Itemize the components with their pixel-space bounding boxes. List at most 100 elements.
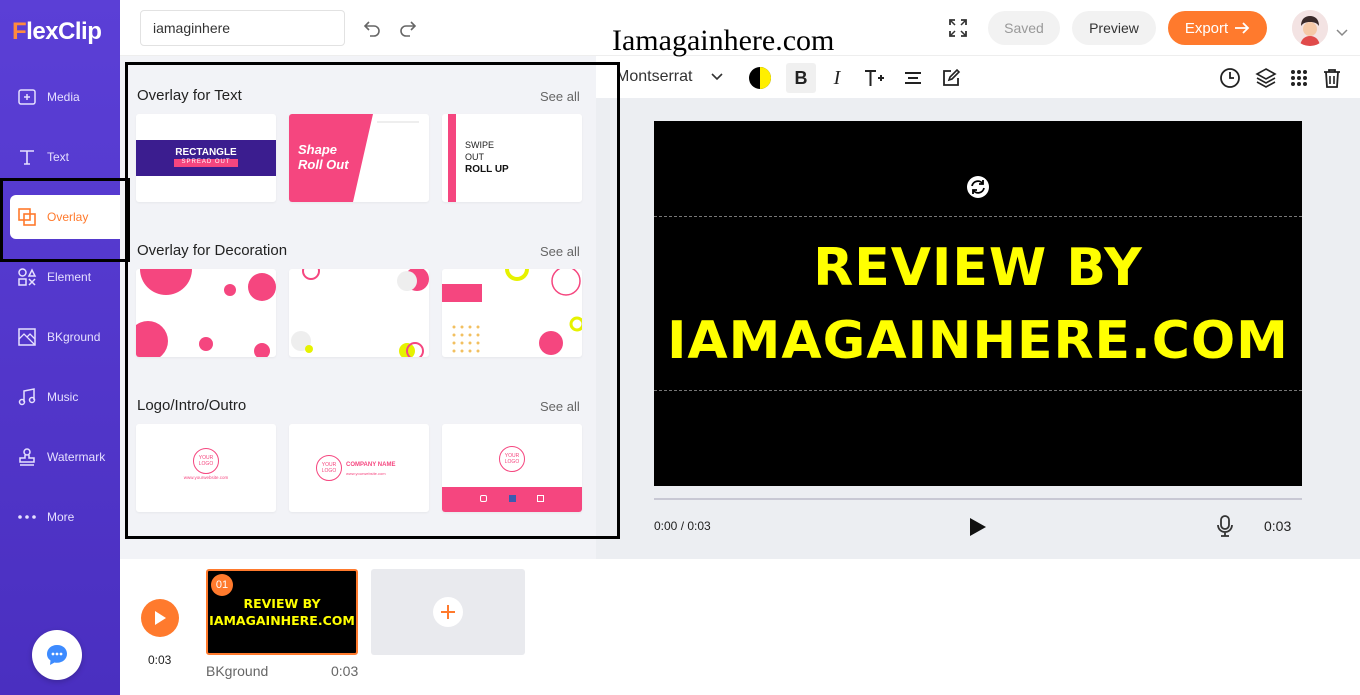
play-icon bbox=[155, 611, 166, 625]
sidebar-item-bkground[interactable]: BKground bbox=[0, 315, 120, 359]
text-box-top-guide bbox=[654, 216, 1302, 217]
sidebar-item-label: Music bbox=[47, 390, 79, 404]
card-text: Shape bbox=[298, 142, 338, 157]
rotate-handle[interactable] bbox=[967, 176, 989, 198]
sidebar-item-element[interactable]: Element bbox=[0, 255, 120, 299]
fullscreen-icon bbox=[949, 19, 967, 37]
bold-button[interactable]: B bbox=[786, 63, 816, 93]
redo-button[interactable] bbox=[396, 16, 420, 40]
decoration-card-shapes[interactable] bbox=[289, 269, 429, 357]
delete-button[interactable] bbox=[1320, 66, 1344, 90]
voiceover-button[interactable] bbox=[1215, 514, 1235, 543]
project-name-input[interactable]: iamaginhere bbox=[140, 10, 345, 46]
italic-button[interactable]: I bbox=[825, 66, 849, 90]
clip-text-line2: IAMAGAINHERE.COM bbox=[209, 613, 355, 628]
edit-icon bbox=[943, 68, 961, 86]
logo-text: LOGO bbox=[321, 468, 337, 474]
company-text: COMPANY NAME bbox=[346, 462, 396, 468]
sidebar: FlexClip Media Text Overlay Element BKgr… bbox=[0, 0, 120, 695]
logo-text: LOGO bbox=[198, 461, 214, 467]
avatar[interactable] bbox=[1292, 10, 1328, 46]
canvas-text-line1[interactable]: REVIEW BY bbox=[654, 238, 1302, 298]
overlay-card-shape[interactable]: Shape Roll Out bbox=[289, 114, 429, 202]
sidebar-item-text[interactable]: Text bbox=[0, 135, 120, 179]
sidebar-item-label: Watermark bbox=[47, 450, 106, 464]
sidebar-item-label: Overlay bbox=[47, 210, 89, 224]
text-icon bbox=[20, 150, 34, 165]
undo-icon bbox=[363, 21, 380, 37]
arrow-right-icon bbox=[1235, 22, 1250, 34]
instagram-icon bbox=[480, 495, 487, 502]
section-title: Overlay for Text bbox=[137, 87, 242, 104]
see-all-link[interactable]: See all bbox=[540, 399, 580, 414]
overlay-card-rectangle[interactable]: RECTANGLE SPREAD OUT bbox=[136, 114, 276, 202]
undo-button[interactable] bbox=[360, 16, 384, 40]
fullscreen-button[interactable] bbox=[948, 18, 968, 43]
text-box-bottom-guide bbox=[654, 390, 1302, 391]
clip-label: BKground bbox=[206, 663, 269, 679]
logo-card-1[interactable]: YOUR LOGO www.yourwebsite.com bbox=[136, 424, 276, 512]
sidebar-item-music[interactable]: Music bbox=[0, 375, 120, 419]
align-center-icon bbox=[905, 72, 921, 84]
logo-card-3[interactable]: YOUR LOGO bbox=[442, 424, 582, 512]
card-text: ROLL UP bbox=[465, 164, 509, 175]
plus-icon bbox=[441, 605, 455, 619]
font-select[interactable]: Montserrat bbox=[616, 68, 723, 86]
see-all-link[interactable]: See all bbox=[540, 89, 580, 104]
sidebar-item-overlay[interactable]: Overlay bbox=[10, 195, 120, 239]
logo-text: LOGO bbox=[504, 459, 520, 465]
sidebar-item-label: More bbox=[47, 510, 75, 524]
twitter-icon bbox=[537, 495, 544, 502]
play-icon bbox=[970, 518, 986, 536]
chevron-down-icon[interactable] bbox=[1336, 24, 1348, 42]
text-size-button[interactable] bbox=[862, 66, 886, 90]
card-text: SWIPE bbox=[465, 140, 495, 150]
card-text: OUT bbox=[465, 152, 484, 162]
layers-button[interactable] bbox=[1254, 66, 1278, 90]
sidebar-item-label: Text bbox=[47, 150, 70, 164]
logo-card-2[interactable]: YOUR LOGO COMPANY NAME www.yourwebsite.c… bbox=[289, 424, 429, 512]
section-title: Overlay for Decoration bbox=[137, 242, 288, 259]
sidebar-item-more[interactable]: More bbox=[0, 495, 120, 539]
decoration-card-dots[interactable] bbox=[136, 269, 276, 357]
current-time: 0:00 / 0:03 bbox=[654, 519, 711, 533]
timing-button[interactable] bbox=[1218, 66, 1242, 90]
sidebar-item-watermark[interactable]: Watermark bbox=[0, 435, 120, 479]
add-scene-button[interactable] bbox=[371, 569, 525, 655]
decoration-card-mixed[interactable] bbox=[442, 269, 582, 357]
timeline-clip[interactable]: 01 REVIEW BY IAMAGAINHERE.COM bbox=[206, 569, 358, 655]
canvas-text-line2[interactable]: IAMAGAINHERE.COM bbox=[654, 311, 1302, 371]
text-color-button[interactable] bbox=[748, 66, 772, 90]
card-text: Roll Out bbox=[298, 157, 349, 172]
overlay-card-swipe[interactable]: SWIPE OUT ROLL UP bbox=[442, 114, 582, 202]
clip-text-line1: REVIEW BY bbox=[243, 596, 321, 611]
clock-icon bbox=[1220, 68, 1240, 88]
watermark-text: Iamagainhere.com bbox=[612, 24, 835, 57]
total-duration: 0:03 bbox=[1264, 518, 1292, 534]
card-text: RECTANGLE bbox=[175, 147, 237, 158]
clip-number-badge: 01 bbox=[211, 574, 233, 596]
stamp-icon bbox=[19, 448, 35, 466]
grid-dots-icon bbox=[1291, 70, 1307, 86]
chat-bubble-icon bbox=[47, 645, 67, 665]
microphone-icon bbox=[1217, 515, 1233, 537]
sidebar-item-media[interactable]: Media bbox=[0, 75, 120, 119]
canvas-play-button[interactable] bbox=[968, 516, 988, 543]
timeline-play-button[interactable] bbox=[141, 599, 179, 637]
font-select-value: Montserrat bbox=[616, 68, 693, 85]
rotate-icon bbox=[971, 180, 985, 194]
see-all-link[interactable]: See all bbox=[540, 244, 580, 259]
media-add-icon bbox=[18, 89, 36, 105]
chevron-down-icon bbox=[711, 73, 723, 81]
align-button[interactable] bbox=[901, 66, 925, 90]
grid-button[interactable] bbox=[1287, 66, 1311, 90]
card-text: SPREAD OUT bbox=[181, 159, 231, 165]
flexclip-logo[interactable]: FlexClip bbox=[12, 18, 102, 46]
edit-button[interactable] bbox=[939, 66, 963, 90]
chat-button[interactable] bbox=[32, 630, 82, 680]
preview-button[interactable]: Preview bbox=[1072, 11, 1156, 45]
more-dots-icon bbox=[18, 515, 36, 519]
playback-progress[interactable] bbox=[654, 498, 1302, 500]
element-icon bbox=[18, 268, 37, 286]
export-button[interactable]: Export bbox=[1168, 11, 1267, 45]
